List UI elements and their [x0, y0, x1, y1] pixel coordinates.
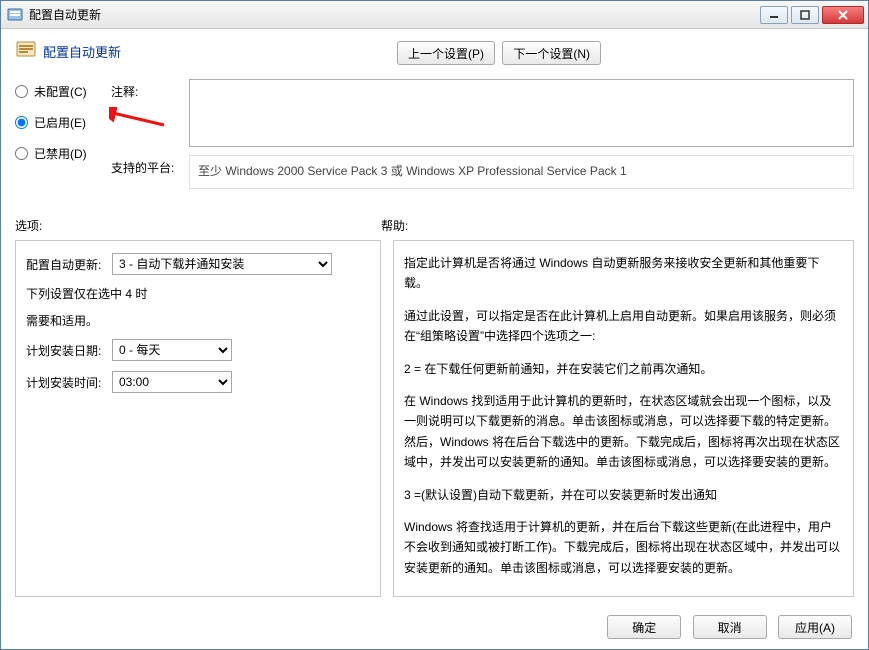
radio-not-configured-input[interactable] [15, 85, 28, 98]
auto-update-label: 配置自动更新: [26, 256, 104, 273]
gp-editor-window: 配置自动更新 配置自动更新 上一个设置(P) 下一个设置(N) [0, 0, 869, 650]
radio-not-configured[interactable]: 未配置(C) [15, 83, 111, 100]
state-radio-group: 未配置(C) 已启用(E) 已禁用(D) [15, 79, 111, 197]
comment-row: 注释: [111, 79, 854, 147]
footer-buttons: 确定 取消 应用(A) [1, 605, 868, 649]
help-p1: 指定此计算机是否将通过 Windows 自动更新服务来接收安全更新和其他重要下载… [404, 253, 843, 294]
window-buttons [760, 6, 864, 24]
help-p3: 2 = 在下载任何更新前通知，并在安装它们之前再次通知。 [404, 359, 843, 379]
install-day-select[interactable]: 0 - 每天 [112, 339, 232, 361]
help-p5: 3 =(默认设置)自动下载更新，并在可以安装更新时发出通知 [404, 485, 843, 505]
radio-disabled-input[interactable] [15, 147, 28, 160]
fields-column: 注释: 支持的平台: 至少 Windows 2000 Service Pack … [111, 79, 854, 197]
install-day-row: 计划安装日期: 0 - 每天 [26, 339, 370, 361]
radio-enabled-label: 已启用(E) [34, 114, 86, 131]
install-time-row: 计划安装时间: 03:00 [26, 371, 370, 393]
apply-button[interactable]: 应用(A) [778, 615, 852, 639]
policy-icon [15, 39, 37, 61]
maximize-button[interactable] [791, 6, 819, 24]
option-note-2: 需要和适用。 [26, 312, 370, 329]
options-panel: 配置自动更新: 3 - 自动下载并通知安装 下列设置仅在选中 4 时 需要和适用… [15, 240, 381, 597]
radio-not-configured-label: 未配置(C) [34, 83, 87, 100]
app-icon [7, 7, 23, 23]
option-note-1: 下列设置仅在选中 4 时 [26, 285, 370, 302]
install-day-label: 计划安装日期: [26, 342, 104, 359]
help-p6: Windows 将查找适用于计算机的更新，并在后台下载这些更新(在此进程中，用户… [404, 517, 843, 578]
help-p4: 在 Windows 找到适用于此计算机的更新时，在状态区域就会出现一个图标，以及… [404, 391, 843, 473]
minimize-button[interactable] [760, 6, 788, 24]
install-time-label: 计划安装时间: [26, 374, 104, 391]
next-setting-button[interactable]: 下一个设置(N) [502, 41, 601, 65]
section-labels: 选项: 帮助: [15, 217, 854, 234]
titlebar: 配置自动更新 [1, 1, 868, 29]
radio-disabled[interactable]: 已禁用(D) [15, 145, 111, 162]
nav-buttons: 上一个设置(P) 下一个设置(N) [395, 41, 603, 65]
comment-input[interactable] [189, 79, 854, 147]
radio-enabled[interactable]: 已启用(E) [15, 114, 111, 131]
top-block: 未配置(C) 已启用(E) 已禁用(D) 注释: [15, 79, 854, 197]
install-time-select[interactable]: 03:00 [112, 371, 232, 393]
radio-disabled-label: 已禁用(D) [34, 145, 87, 162]
header-row: 配置自动更新 [15, 39, 395, 61]
auto-update-row: 配置自动更新: 3 - 自动下载并通知安装 [26, 253, 370, 275]
auto-update-select[interactable]: 3 - 自动下载并通知安装 [112, 253, 332, 275]
content-area: 配置自动更新 上一个设置(P) 下一个设置(N) 未配置(C) 已启用(E) [1, 29, 868, 605]
help-label: 帮助: [381, 217, 854, 234]
window-title: 配置自动更新 [29, 6, 760, 23]
platform-row: 支持的平台: 至少 Windows 2000 Service Pack 3 或 … [111, 155, 854, 189]
radio-enabled-input[interactable] [15, 116, 28, 129]
close-button[interactable] [822, 6, 864, 24]
panels-row: 配置自动更新: 3 - 自动下载并通知安装 下列设置仅在选中 4 时 需要和适用… [15, 240, 854, 597]
options-label: 选项: [15, 217, 381, 234]
platform-label: 支持的平台: [111, 155, 181, 176]
cancel-button[interactable]: 取消 [693, 615, 767, 639]
prev-setting-button[interactable]: 上一个设置(P) [397, 41, 495, 65]
help-p2: 通过此设置，可以指定是否在此计算机上启用自动更新。如果启用该服务，则必须在“组策… [404, 306, 843, 347]
comment-label: 注释: [111, 79, 181, 100]
platform-text: 至少 Windows 2000 Service Pack 3 或 Windows… [189, 155, 854, 189]
help-panel: 指定此计算机是否将通过 Windows 自动更新服务来接收安全更新和其他重要下载… [393, 240, 854, 597]
policy-title: 配置自动更新 [43, 39, 121, 61]
ok-button[interactable]: 确定 [607, 615, 681, 639]
